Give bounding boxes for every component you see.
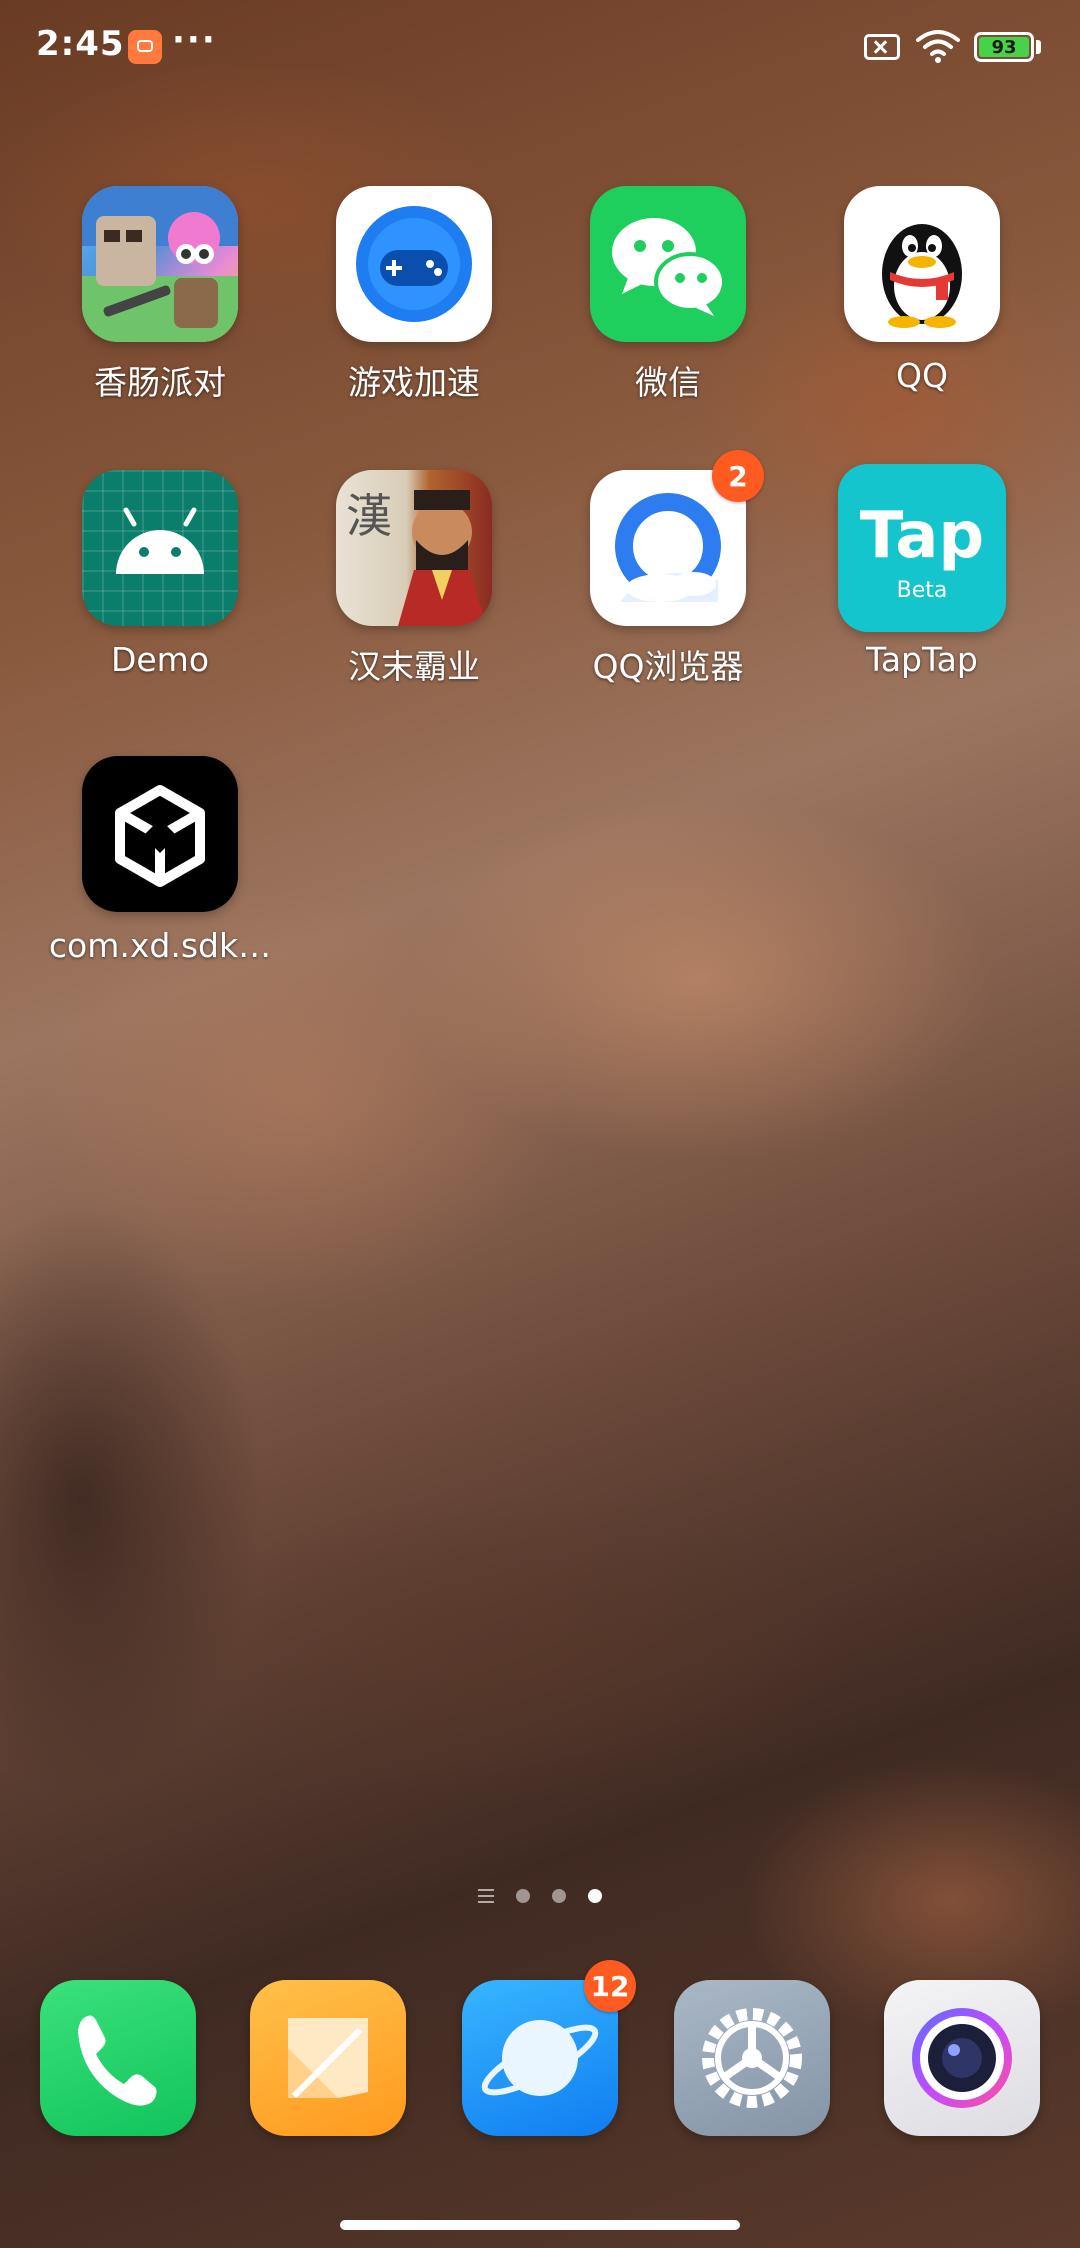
dock-browser[interactable]: 12 (462, 1960, 636, 2136)
unity-icon (82, 756, 238, 912)
page-indicator[interactable] (0, 1884, 1080, 1908)
page-dot-2[interactable] (552, 1889, 566, 1903)
app-hanmo-baye[interactable]: 漢 汉末霸业 (294, 470, 534, 688)
more-notifications-icon: ··· (172, 20, 217, 60)
app-label: 游戏加速 (348, 363, 480, 402)
dock-camera[interactable] (884, 1980, 1040, 2136)
app-demo[interactable]: Demo (40, 470, 280, 679)
app-label: QQ (896, 356, 948, 395)
app-label: QQ浏览器 (592, 647, 744, 686)
clock: 2:45 (36, 24, 125, 64)
app-label: 汉末霸业 (348, 647, 480, 686)
page-dot-1[interactable] (516, 1889, 530, 1903)
qq-penguin-icon (844, 186, 1000, 342)
wechat-icon (590, 186, 746, 342)
app-label: 香肠派对 (94, 363, 226, 402)
app-qq-browser[interactable]: 2 QQ浏览器 (548, 450, 788, 688)
app-com-xd-sdk[interactable]: com.xd.sdk… (40, 756, 280, 965)
app-label: 微信 (635, 363, 701, 402)
notification-app-icon (128, 30, 162, 64)
game-accelerator-icon (336, 186, 492, 342)
hanmo-glyph: 漢 (346, 489, 392, 543)
android-icon (82, 470, 238, 626)
home-screen: 2:45 ··· 93 香肠派对 游戏加速 微信 QQ Demo 漢 汉末霸业 … (0, 0, 1080, 2248)
battery-icon: 93 (974, 32, 1034, 62)
taptap-beta-text: Beta (896, 577, 948, 603)
settings-icon (674, 1980, 830, 2136)
hanmo-baye-icon: 漢 (336, 470, 492, 626)
phone-icon (40, 1980, 196, 2136)
app-taptap[interactable]: Tap Beta TapTap (802, 464, 1042, 679)
dock-phone[interactable] (40, 1980, 196, 2136)
home-indicator[interactable] (340, 2220, 740, 2230)
no-sim-icon (864, 34, 900, 60)
app-qq[interactable]: QQ (802, 186, 1042, 395)
app-label: Demo (110, 640, 210, 679)
app-label: com.xd.sdk… (48, 926, 272, 965)
camera-icon (884, 1980, 1040, 2136)
sausage-party-icon (82, 186, 238, 342)
taptap-icon: Tap Beta (838, 464, 1006, 632)
dock-settings[interactable] (674, 1980, 830, 2136)
app-label: TapTap (866, 640, 978, 679)
dock-notes[interactable] (250, 1980, 406, 2136)
page-dot-3-active[interactable] (588, 1889, 602, 1903)
notes-icon (250, 1980, 406, 2136)
battery-level: 93 (979, 37, 1029, 58)
taptap-logo-text: Tap (859, 498, 985, 573)
battery-cap (1036, 40, 1041, 54)
app-wechat[interactable]: 微信 (548, 186, 788, 404)
app-game-accelerator[interactable]: 游戏加速 (294, 186, 534, 404)
wifi-icon (916, 30, 960, 63)
status-bar: 2:45 ··· 93 (0, 0, 1080, 92)
app-drawer-indicator-icon[interactable] (478, 1889, 494, 1903)
app-sausage-party[interactable]: 香肠派对 (40, 186, 280, 404)
notification-badge: 12 (584, 1960, 636, 2012)
notification-badge: 2 (712, 450, 764, 502)
